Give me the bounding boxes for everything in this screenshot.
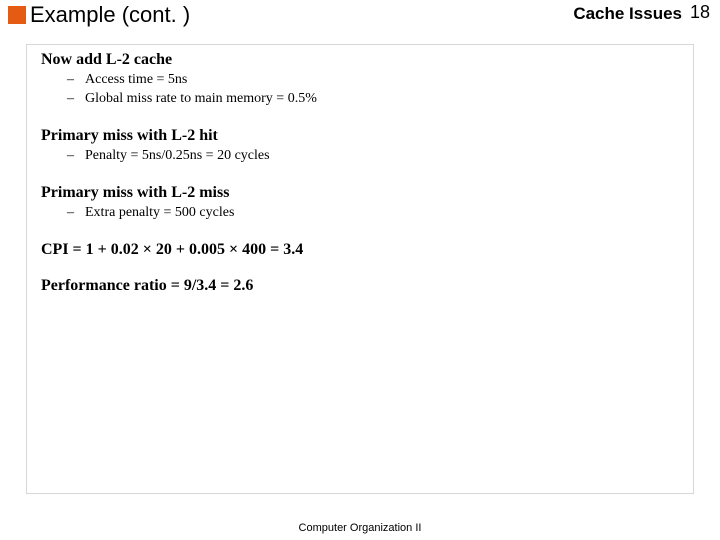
title-bullet-icon	[8, 6, 26, 24]
body-frame: Now add L-2 cache –Access time = 5ns –Gl…	[26, 44, 694, 494]
bullet-text: Extra penalty = 500 cycles	[85, 205, 234, 220]
dash-icon: –	[67, 204, 85, 223]
footer-text: Computer Organization II	[0, 522, 720, 534]
section-heading: Primary miss with L-2 hit	[41, 127, 683, 145]
bullet-item: –Penalty = 5ns/0.25ns = 20 cycles	[41, 147, 683, 166]
section-heading: CPI = 1 + 0.02 × 20 + 0.005 × 400 = 3.4	[41, 241, 683, 259]
section-heading: Primary miss with L-2 miss	[41, 184, 683, 202]
section-heading: Now add L-2 cache	[41, 51, 683, 69]
dash-icon: –	[67, 90, 85, 109]
slide-topic: Cache Issues	[573, 4, 682, 24]
bullet-text: Access time = 5ns	[85, 72, 187, 87]
slide: Example (cont. ) Cache Issues 18 Now add…	[0, 0, 720, 540]
section-heading: Performance ratio = 9/3.4 = 2.6	[41, 277, 683, 295]
header: Example (cont. ) Cache Issues 18	[0, 0, 720, 40]
dash-icon: –	[67, 71, 85, 90]
bullet-item: –Extra penalty = 500 cycles	[41, 204, 683, 223]
bullet-item: –Global miss rate to main memory = 0.5%	[41, 90, 683, 109]
bullet-text: Penalty = 5ns/0.25ns = 20 cycles	[85, 148, 270, 163]
slide-title: Example (cont. )	[30, 2, 190, 28]
dash-icon: –	[67, 147, 85, 166]
bullet-text: Global miss rate to main memory = 0.5%	[85, 91, 317, 106]
bullet-item: –Access time = 5ns	[41, 71, 683, 90]
page-number: 18	[690, 2, 710, 23]
